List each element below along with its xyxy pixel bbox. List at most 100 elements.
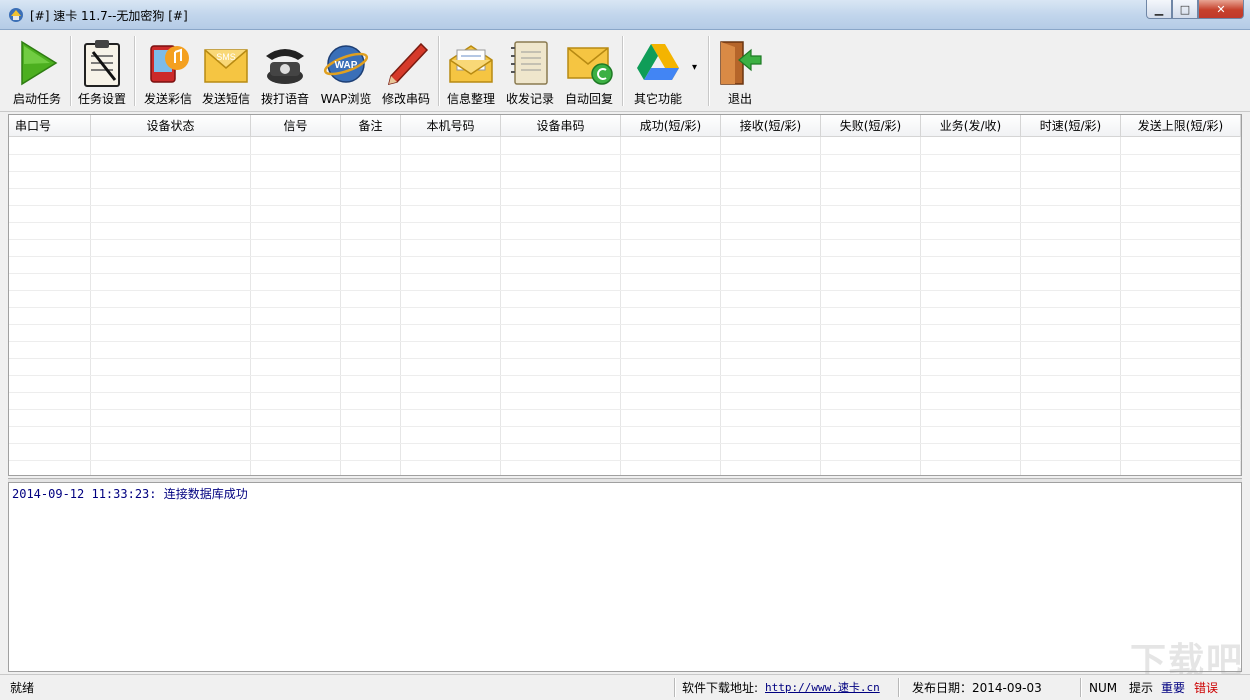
- open-envelope-icon: [449, 45, 493, 83]
- send-receive-log-label: 收发记录: [505, 92, 554, 106]
- column-header-signal[interactable]: 信号: [251, 115, 341, 137]
- notebook-icon: [511, 41, 548, 85]
- exit-label: 退出: [727, 92, 752, 106]
- info-organize-label: 信息整理: [446, 92, 495, 106]
- toolbar: 启动任务 任务设置 发送彩信 SMS 发送短信 拨打语音 WAP WAP浏览 修…: [0, 30, 1250, 112]
- close-button[interactable]: ✕: [1198, 0, 1244, 19]
- exit-button[interactable]: 退出: [712, 34, 768, 108]
- minimize-icon: ▁: [1154, 2, 1164, 16]
- row-divider: [9, 188, 1241, 189]
- row-divider: [9, 307, 1241, 308]
- auto-reply-button[interactable]: 自动回复: [560, 34, 618, 108]
- send-sms-button[interactable]: SMS 发送短信: [198, 34, 254, 108]
- row-divider: [9, 205, 1241, 206]
- chevron-down-icon: ▾: [692, 62, 698, 73]
- reply-envelope-icon: [567, 47, 613, 85]
- download-url-link[interactable]: http://www.速卡.cn: [765, 679, 880, 697]
- toolbar-separator: [622, 36, 624, 106]
- svg-text:WAP: WAP: [335, 60, 358, 71]
- row-divider: [9, 426, 1241, 427]
- sms-envelope-icon: SMS: [204, 49, 248, 83]
- row-divider: [9, 154, 1241, 155]
- toolbar-separator: [438, 36, 440, 106]
- row-divider: [9, 324, 1241, 325]
- send-mms-button[interactable]: 发送彩信: [140, 34, 196, 108]
- title-bar: [#] 速卡 11.7--无加密狗 [#] ▁ □ ✕: [0, 0, 1250, 30]
- column-header-failed[interactable]: 失败(短/彩): [821, 115, 921, 137]
- column-header-send-limit[interactable]: 发送上限(短/彩): [1121, 115, 1241, 137]
- column-header-business[interactable]: 业务(发/收): [921, 115, 1021, 137]
- task-settings-button[interactable]: 任务设置: [74, 34, 130, 108]
- task-settings-label: 任务设置: [77, 92, 126, 106]
- exit-door-icon: [720, 41, 762, 85]
- send-sms-label: 发送短信: [201, 92, 250, 106]
- hint-filter[interactable]: 提示: [1129, 679, 1153, 697]
- drive-icon: [637, 44, 679, 80]
- column-header-device-serial[interactable]: 设备串码: [501, 115, 621, 137]
- maximize-icon: □: [1179, 2, 1191, 16]
- row-divider: [9, 256, 1241, 257]
- clipboard-icon: [84, 40, 120, 87]
- close-icon: ✕: [1216, 2, 1226, 16]
- column-header-phone-number[interactable]: 本机号码: [401, 115, 501, 137]
- column-header-success[interactable]: 成功(短/彩): [621, 115, 721, 137]
- mms-phone-icon: [150, 45, 189, 83]
- pencil-icon: [387, 42, 429, 86]
- status-separator: [1080, 678, 1082, 697]
- auto-reply-label: 自动回复: [564, 92, 613, 106]
- important-filter[interactable]: 重要: [1161, 679, 1185, 697]
- toolbar-separator: [70, 36, 72, 106]
- status-text: 就绪: [10, 681, 35, 695]
- row-divider: [9, 341, 1241, 342]
- row-divider: [9, 375, 1241, 376]
- toolbar-separator: [708, 36, 710, 106]
- app-icon: [9, 8, 23, 22]
- row-divider: [9, 392, 1241, 393]
- device-table[interactable]: 串口号 设备状态 信号 备注 本机号码 设备串码 成功(短/彩) 接收(短/彩)…: [8, 114, 1242, 476]
- status-separator: [898, 678, 900, 697]
- column-header-rate[interactable]: 时速(短/彩): [1021, 115, 1121, 137]
- column-header-device-status[interactable]: 设备状态: [91, 115, 251, 137]
- column-header-note[interactable]: 备注: [341, 115, 401, 137]
- download-label: 软件下载地址:: [682, 681, 759, 695]
- telephone-icon: [266, 49, 304, 84]
- wap-globe-icon: WAP: [323, 45, 369, 83]
- start-task-label: 启动任务: [12, 92, 61, 106]
- send-mms-label: 发送彩信: [143, 92, 192, 106]
- minimize-button[interactable]: ▁: [1146, 0, 1172, 19]
- other-functions-label: 其它功能: [633, 92, 682, 106]
- log-line: 2014-09-12 11:33:23: 连接数据库成功: [12, 487, 248, 501]
- other-functions-button[interactable]: 其它功能: [628, 34, 688, 108]
- toolbar-separator: [134, 36, 136, 106]
- row-divider: [9, 290, 1241, 291]
- column-header-received[interactable]: 接收(短/彩): [721, 115, 821, 137]
- wap-browse-button[interactable]: WAP WAP浏览: [316, 34, 376, 108]
- row-divider: [9, 171, 1241, 172]
- window-title: [#] 速卡 11.7--无加密狗 [#]: [30, 9, 188, 23]
- play-icon: [21, 40, 58, 86]
- row-divider: [9, 460, 1241, 461]
- row-divider: [9, 409, 1241, 410]
- row-divider: [9, 239, 1241, 240]
- info-organize-button[interactable]: 信息整理: [442, 34, 500, 108]
- other-functions-dropdown[interactable]: ▾: [690, 34, 704, 108]
- maximize-button[interactable]: □: [1172, 0, 1198, 19]
- start-task-button[interactable]: 启动任务: [6, 34, 68, 108]
- log-panel[interactable]: 2014-09-12 11:33:23: 连接数据库成功: [8, 482, 1242, 672]
- column-header-port[interactable]: 串口号: [9, 115, 91, 137]
- svg-text:SMS: SMS: [216, 52, 236, 62]
- row-divider: [9, 443, 1241, 444]
- error-filter[interactable]: 错误: [1194, 679, 1218, 697]
- status-separator: [674, 678, 676, 697]
- modify-serial-button[interactable]: 修改串码: [378, 34, 434, 108]
- status-bar: 就绪 软件下载地址: http://www.速卡.cn 发布日期：2014-09…: [0, 674, 1250, 700]
- send-receive-log-button[interactable]: 收发记录: [502, 34, 558, 108]
- wap-browse-label: WAP浏览: [320, 92, 372, 106]
- num-lock-indicator: NUM: [1089, 681, 1118, 695]
- row-divider: [9, 358, 1241, 359]
- release-date: 发布日期：2014-09-03: [912, 681, 1042, 695]
- modify-serial-label: 修改串码: [381, 92, 430, 106]
- dial-voice-button[interactable]: 拨打语音: [256, 34, 314, 108]
- row-divider: [9, 222, 1241, 223]
- dial-voice-label: 拨打语音: [260, 92, 309, 106]
